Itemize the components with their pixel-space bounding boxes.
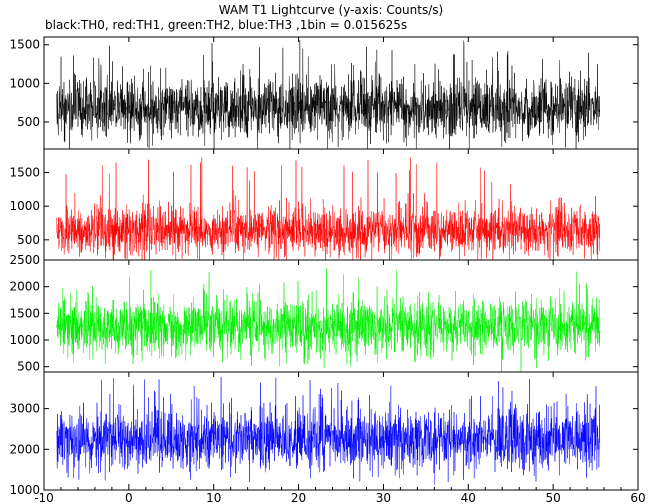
series-th3 bbox=[56, 377, 601, 485]
series-th2 bbox=[56, 268, 601, 372]
series-th0 bbox=[56, 40, 601, 149]
y-tick-label: 1000 bbox=[9, 199, 40, 213]
y-tick-label: 2500 bbox=[9, 253, 40, 267]
panel-th2: 500 1000 1500 2000 2500 bbox=[9, 253, 639, 374]
x-tick-label: -10 bbox=[34, 491, 54, 504]
x-tick-label: 10 bbox=[206, 491, 221, 504]
panel-th3: 100020003000 bbox=[9, 371, 639, 497]
y-tick-label: 500 bbox=[17, 360, 40, 374]
y-tick-label: 1500 bbox=[9, 306, 40, 320]
x-tick-label: 50 bbox=[546, 491, 561, 504]
y-tick-label: 2000 bbox=[9, 442, 40, 456]
y-tick-label: 3000 bbox=[9, 402, 40, 416]
y-tick-label: 1500 bbox=[9, 38, 40, 52]
chart-title: WAM T1 Lightcurve (y-axis: Counts/s) bbox=[219, 3, 443, 17]
x-tick-label: 20 bbox=[291, 491, 306, 504]
x-tick-label: 40 bbox=[461, 491, 476, 504]
y-tick-label: 2000 bbox=[9, 280, 40, 294]
y-tick-label: 1000 bbox=[9, 333, 40, 347]
x-tick-label: 60 bbox=[630, 491, 645, 504]
chart-subtitle: black:TH0, red:TH1, green:TH2, blue:TH3 … bbox=[45, 18, 407, 32]
lightcurve-chart: WAM T1 Lightcurve (y-axis: Counts/s) bla… bbox=[9, 3, 645, 504]
panel-th1: 500 1000 1500 bbox=[9, 148, 639, 261]
series-th1 bbox=[56, 157, 601, 260]
panels-group: 500 1000 1500 500 1000 1500 500 1000 1500 2000 250… bbox=[9, 36, 639, 497]
y-tick-label: 1500 bbox=[9, 166, 40, 180]
panel-th0: 500 1000 1500 bbox=[9, 36, 639, 150]
x-tick-label: 30 bbox=[376, 491, 391, 504]
x-tick-label: 0 bbox=[125, 491, 133, 504]
panel-frame bbox=[43, 36, 639, 150]
y-tick-label: 500 bbox=[17, 115, 40, 129]
panel-frame bbox=[43, 148, 639, 261]
y-tick-label: 1000 bbox=[9, 76, 40, 90]
y-tick-label: 500 bbox=[17, 233, 40, 247]
